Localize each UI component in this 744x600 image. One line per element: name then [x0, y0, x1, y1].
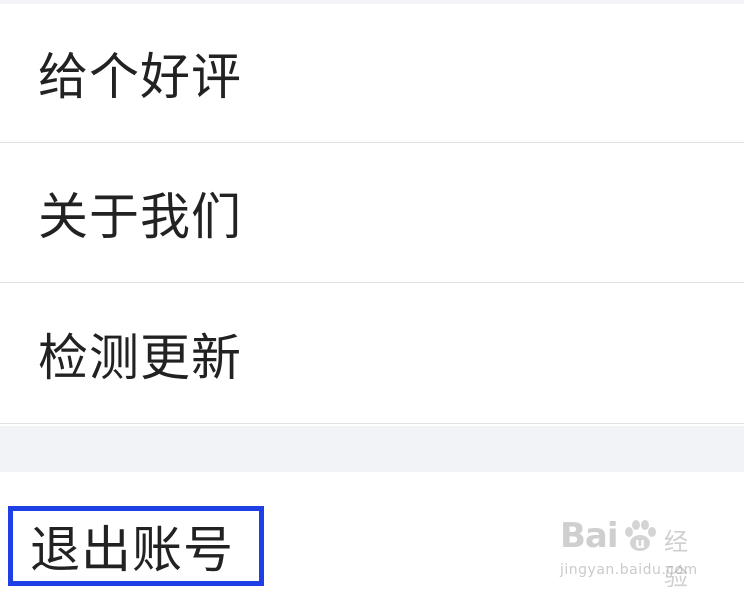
menu-item-label: 给个好评 — [38, 48, 242, 106]
watermark-brand: Bai — [560, 516, 619, 556]
settings-screen: 给个好评 关于我们 检测更新 退出账号 Bai u 经验 jingyan.bai… — [0, 0, 744, 600]
menu-item-label: 关于我们 — [38, 188, 242, 246]
baidu-jingyan-watermark: Bai u 经验 jingyan.baidu.com — [560, 516, 710, 591]
watermark-cn: 经验 — [664, 528, 688, 591]
svg-text:u: u — [635, 536, 645, 552]
menu-item-rate-us[interactable]: 给个好评 — [0, 4, 744, 143]
logout-row[interactable]: 退出账号 Bai u 经验 jingyan.baidu.com — [0, 472, 744, 600]
menu-item-label: 检测更新 — [38, 329, 242, 387]
menu-item-check-update[interactable]: 检测更新 — [0, 285, 744, 424]
watermark-url: jingyan.baidu.com — [560, 562, 698, 578]
menu-item-about-us[interactable]: 关于我们 — [0, 144, 744, 283]
paw-icon: u — [625, 520, 656, 552]
logout-label: 退出账号 — [30, 521, 234, 579]
section-separator — [0, 426, 744, 472]
